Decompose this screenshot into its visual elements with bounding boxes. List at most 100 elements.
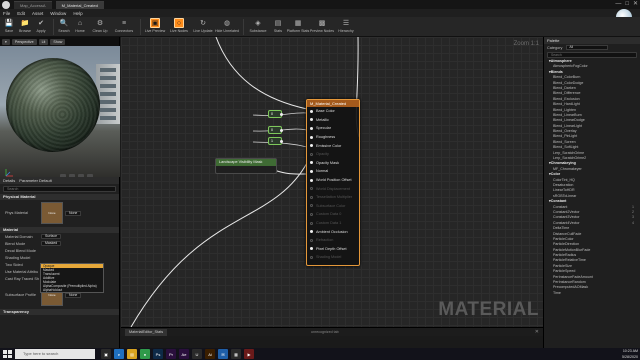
toolbar-button-hierarchy[interactable]: ☰ Hierarchy — [335, 17, 357, 33]
home-icon: ⌂ — [77, 19, 83, 27]
tab-parameter-defaults[interactable]: Parameter Default — [19, 178, 51, 183]
toolbar-button-connectors[interactable]: ≡ Connectors — [113, 17, 135, 34]
stats-tab[interactable]: MaterialEditor_Stats — [125, 328, 168, 336]
details-search-input[interactable]: Search — [3, 186, 116, 192]
task-view-icon[interactable]: ▣ — [101, 349, 111, 359]
toolbar-button-save[interactable]: 💾 Save — [2, 17, 16, 33]
input-pin[interactable]: Refraction — [307, 236, 359, 245]
menu-help[interactable]: Help — [73, 11, 82, 16]
pin-label: Roughness — [316, 135, 336, 140]
material-graph[interactable]: Zoom 1:1 0 0 1 Landscape Visibility Mask… — [121, 37, 543, 327]
pin-label: World Position Offset — [316, 178, 352, 183]
input-pin[interactable]: Tessellation Multiplier — [307, 193, 359, 202]
system-clock[interactable]: 10:23 AM 5/28/2020 — [622, 348, 638, 360]
tab-details[interactable]: Details — [3, 178, 15, 183]
palette-search-input[interactable]: Search — [547, 52, 637, 58]
toolbar-button-label: Live Update — [193, 29, 213, 33]
input-pin[interactable]: Shading Model — [307, 253, 359, 262]
input-pin[interactable]: Roughness — [307, 133, 359, 142]
toolbar-button-home[interactable]: ⌂ Home — [73, 17, 87, 34]
taskbar-search-input[interactable]: Type here to search — [15, 349, 95, 359]
toolbar-button-folder[interactable]: 📁 Browse — [18, 17, 32, 33]
input-pin[interactable]: Subsurface Color — [307, 202, 359, 211]
palette-tab[interactable]: Palette — [544, 37, 640, 44]
toolbar-button-platform-stats[interactable]: ▦ Platform Stats — [287, 17, 310, 33]
toolbar-button-apply[interactable]: ✔ Apply — [34, 17, 48, 33]
aftereffects-icon[interactable]: Ae — [179, 349, 189, 359]
input-pin[interactable]: World Displacement — [307, 184, 359, 193]
property-row: Shading Model — [0, 254, 119, 261]
category-select[interactable]: All — [566, 45, 609, 50]
toolbar-button-label: Live Preview — [144, 29, 166, 33]
input-pin[interactable]: Metallic — [307, 116, 359, 125]
constant-node-metallic[interactable]: 0 — [268, 110, 283, 118]
constant-node-specular[interactable]: 0 — [268, 126, 283, 134]
palette-item[interactable]: Time — [547, 291, 640, 296]
details-tabbar: Details Parameter Default — [0, 177, 119, 184]
search-icon: 🔍 — [59, 20, 69, 27]
chrome-icon[interactable]: ● — [140, 349, 150, 359]
blend-mode-option[interactable]: AlphaHoldout — [41, 288, 103, 292]
close-icon[interactable]: ✕ — [535, 329, 539, 335]
windows-start-icon[interactable] — [2, 349, 12, 359]
toolbar-button-cleanup[interactable]: ⚙ Clean Up — [89, 17, 111, 33]
input-pin[interactable]: Specular — [307, 124, 359, 133]
explorer-icon[interactable]: ▤ — [127, 349, 137, 359]
input-pin[interactable]: World Position Offset — [307, 176, 359, 185]
unreal-icon[interactable]: U — [192, 349, 202, 359]
mail-icon[interactable]: ✉ — [218, 349, 228, 359]
toolbar-button-stats[interactable]: ▤ Stats — [271, 17, 285, 33]
show-button[interactable]: Show — [50, 39, 66, 45]
lit-button[interactable]: Lit — [38, 39, 49, 45]
toolbar-button-live-preview[interactable]: ▣ Live Preview — [144, 17, 166, 33]
input-pin[interactable]: Pixel Depth Offset — [307, 245, 359, 254]
media-icon[interactable]: ▶ — [244, 349, 254, 359]
preview-viewport[interactable]: ▾ Perspective Lit Show — [0, 37, 120, 177]
toolbar-button-search[interactable]: 🔍 Search — [57, 17, 71, 33]
photoshop-icon[interactable]: Ps — [153, 349, 163, 359]
pin-dot-icon — [310, 118, 313, 122]
minimize-button[interactable]: — — [615, 0, 621, 9]
live-update-icon: ↻ — [200, 20, 206, 27]
pin-dot-icon — [310, 161, 313, 165]
store-icon[interactable]: ▦ — [231, 349, 241, 359]
perspective-button[interactable]: Perspective — [11, 39, 37, 45]
edge-icon[interactable]: e — [114, 349, 124, 359]
input-pin[interactable]: Emissive Color — [307, 141, 359, 150]
section-transparency[interactable]: Transparency — [0, 309, 119, 315]
toolbar-button-live-update[interactable]: ↻ Live Update — [192, 17, 214, 33]
input-pin[interactable]: Base Color — [307, 107, 359, 116]
input-pin[interactable]: Custom Data 0 — [307, 210, 359, 219]
toolbar-button-hide-unrelated[interactable]: ◍ Hide Unrelated — [215, 17, 239, 33]
material-tab[interactable]: M_Material_Created — [55, 0, 104, 9]
toolbar-button-label: Clean Up — [92, 29, 108, 33]
phys-material-picker[interactable]: None — [65, 210, 82, 216]
close-button[interactable]: ✕ — [633, 0, 638, 9]
material-result-node[interactable]: M_Material_Created Base Color Metallic Spe… — [306, 99, 360, 266]
constant-node-roughness[interactable]: 1 — [268, 137, 283, 145]
toolbar-button-label: Browse — [19, 29, 31, 33]
property-select[interactable]: Masked — [41, 241, 62, 246]
toolbar-button-substance[interactable]: ◈ Substance — [247, 17, 269, 33]
input-pin[interactable]: Custom Data 1 — [307, 219, 359, 228]
phys-material-thumbnail[interactable]: None — [41, 202, 63, 224]
viewport-options-button[interactable]: ▾ — [2, 39, 10, 45]
toolbar-button-live-nodes[interactable]: ○ Live Nodes — [168, 17, 190, 33]
menu-asset[interactable]: Asset — [32, 11, 43, 16]
subsurface-picker[interactable]: None — [65, 292, 82, 298]
property-select[interactable]: Surface — [41, 234, 62, 239]
menu-file[interactable]: File — [3, 11, 10, 16]
landscape-visibility-mask-node[interactable]: Landscape Visibility Mask — [215, 158, 277, 174]
input-pin[interactable]: Opacity Mask — [307, 159, 359, 168]
input-pin[interactable]: Ambient Occlusion — [307, 227, 359, 236]
illustrator-icon[interactable]: Ai — [205, 349, 215, 359]
input-pin[interactable]: Normal — [307, 167, 359, 176]
level-tab[interactable]: Map_AccessA — [14, 0, 52, 9]
maximize-button[interactable]: □ — [625, 0, 629, 9]
menu-edit[interactable]: Edit — [17, 11, 25, 16]
toolbar-button-preview-nodes[interactable]: ▩ Preview Nodes — [309, 17, 335, 33]
premiere-icon[interactable]: Pr — [166, 349, 176, 359]
toolbar-button-label: Preview Nodes — [309, 29, 335, 33]
input-pin[interactable]: Opacity — [307, 150, 359, 159]
menu-window[interactable]: Window — [50, 11, 66, 16]
